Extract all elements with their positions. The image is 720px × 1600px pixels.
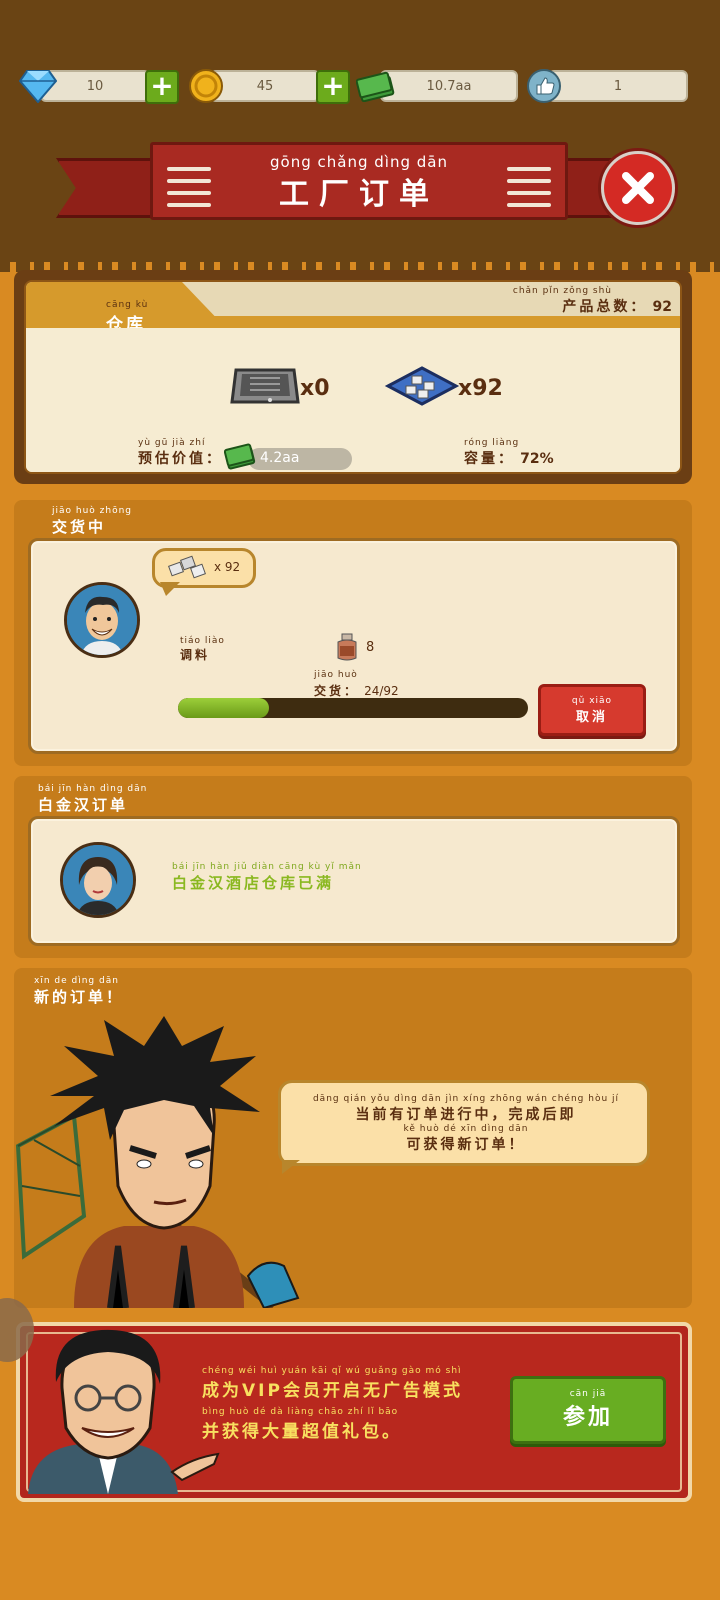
vip-line2-pinyin: bìng huò dé dà liàng chāo zhí lǐ bāo [202,1407,399,1417]
platinum-order-message: bái jīn hàn jiǔ diàn cāng kù yǐ mǎn 白金汉酒… [172,862,362,893]
coin-icon [186,66,226,106]
join-text: 参加 [562,1405,613,1430]
delivering-title-pinyin: jiāo huò zhōng [52,506,133,516]
capacity-label: 容量： [464,451,515,467]
title-banner: gōng chǎng dìng dān 工厂订单 [56,140,636,230]
estimated-value-amount: 4.2aa [260,450,300,466]
empty-tray-icon [230,356,302,420]
product-total-value: 92 [652,299,672,315]
cube-item-icon [166,552,214,586]
coin-value: 45 [256,78,274,94]
product-total-pinyin: chǎn pǐn zǒng shù [512,286,612,296]
estimated-value-pinyin: yù gū jià zhí [138,438,206,448]
estimated-value: yù gū jià zhí 预估价值： [138,438,223,468]
bubble-count: x 92 [214,560,241,574]
seasoning-jar-icon [334,632,360,666]
delivery-progress-label-text: 交货： [314,684,360,698]
new-order-line2-pinyin: kě huò dé xīn dìng dān [403,1124,529,1134]
cancel-pinyin: qǔ xiāo [571,695,613,706]
new-order-bubble-tail [282,1160,300,1174]
character-boss-illustration [22,1328,222,1498]
add-diamonds-button[interactable]: + [145,70,179,104]
close-button[interactable] [598,148,678,228]
diamond-value: 10 [86,78,104,94]
platinum-message-text: 白金汉酒店仓库已满 [172,874,335,892]
cash-icon [223,442,258,472]
coin-counter: 45 [210,70,320,102]
delivery-progress-value: 24/92 [364,684,399,698]
capacity-pinyin: róng liàng [464,438,520,448]
vip-promo-text: chéng wéi huì yuán kāi qǐ wú guǎng gào m… [202,1366,463,1442]
delivery-progress-fill [178,698,269,718]
platinum-message-pinyin: bái jīn hàn jiǔ diàn cāng kù yǐ mǎn [172,862,362,872]
new-order-title: xīn de dìng dān 新的订单！ [34,976,124,1007]
new-order-line1-pinyin: dāng qián yǒu dìng dān jìn xíng zhōng wá… [312,1094,620,1104]
capacity: róng liàng 容量： 72% [464,438,554,468]
new-order-message: dāng qián yǒu dìng dān jìn xíng zhōng wá… [300,1094,632,1154]
character-boy-illustration [14,1016,314,1312]
platinum-order-title: bái jīn hàn dìng dān 白金汉订单 [38,784,147,815]
ingredient-pinyin: tiáo liào [180,636,225,646]
cube-tray-icon [384,362,460,412]
cancel-text: 取消 [575,709,608,725]
delivering-title-text: 交货中 [52,518,107,536]
warehouse-card: cāng kù 仓库 chǎn pǐn zǒng shù 产品总数： 92 x0… [24,280,682,474]
platinum-title-pinyin: bái jīn hàn dìng dān [38,784,148,794]
product-total: chǎn pǐn zǒng shù 产品总数： 92 [513,286,672,316]
cancel-delivery-button[interactable]: qǔ xiāo 取消 [538,684,646,736]
vip-line1: 成为VIP会员开启无广告模式 [202,1381,463,1401]
delivery-progress-label: jiāo huò 交货： 24/92 [314,670,399,699]
diamond-icon [18,66,58,106]
warehouse-title-pinyin: cāng kù [106,300,149,310]
close-icon [604,154,672,222]
delivery-progress-pinyin: jiāo huò [314,670,358,680]
thumbs-up-icon [524,66,564,106]
likes-value: 1 [613,78,623,94]
delivering-title: jiāo huò zhōng 交货中 [52,506,132,537]
delivery-progress-bar [178,698,528,718]
new-order-title-text: 新的订单！ [34,988,125,1006]
item1-count: x0 [300,376,330,401]
capacity-value: 72% [520,451,554,467]
warehouse-body [26,328,680,472]
warehouse-panel: cāng kù 仓库 chǎn pǐn zǒng shù 产品总数： 92 x0… [14,270,692,484]
customer-avatar-man [64,582,140,658]
page-title: 工厂订单 [279,177,439,212]
vip-line1-pinyin: chéng wéi huì yuán kāi qǐ wú guǎng gào m… [202,1366,462,1376]
banner-main: gōng chǎng dìng dān 工厂订单 [150,142,568,220]
ingredient-text: 调料 [180,648,211,662]
likes-counter: 1 [548,70,688,102]
cancel-button-label: qǔ xiāo 取消 [572,696,612,725]
join-pinyin: cān jiā [569,1389,607,1399]
add-coins-button[interactable]: + [316,70,350,104]
cash-value: 10.7aa [426,78,472,94]
banner-lines-right [507,159,551,215]
join-button-label: cān jiā 参加 [563,1389,613,1431]
customer-avatar-woman [60,842,136,918]
cash-counter: 10.7aa [380,70,518,102]
banner-lines-left [167,159,211,215]
item2-count: x92 [458,376,503,401]
cash-icon [356,66,396,106]
vip-line2: 并获得大量超值礼包。 [202,1422,402,1442]
new-order-title-pinyin: xīn de dìng dān [34,976,119,986]
new-order-line2: 可获得新订单！ [406,1137,526,1153]
join-vip-button[interactable]: cān jiā 参加 [510,1376,666,1444]
product-total-label: 产品总数： [562,299,648,315]
ingredient-count: 8 [366,640,375,655]
new-order-line1: 当前有订单进行中，完成后即 [355,1107,577,1123]
ingredient-label: tiáo liào 调料 [180,636,225,663]
estimated-value-label: 预估价值： [138,451,223,467]
platinum-title-text: 白金汉订单 [38,796,129,814]
